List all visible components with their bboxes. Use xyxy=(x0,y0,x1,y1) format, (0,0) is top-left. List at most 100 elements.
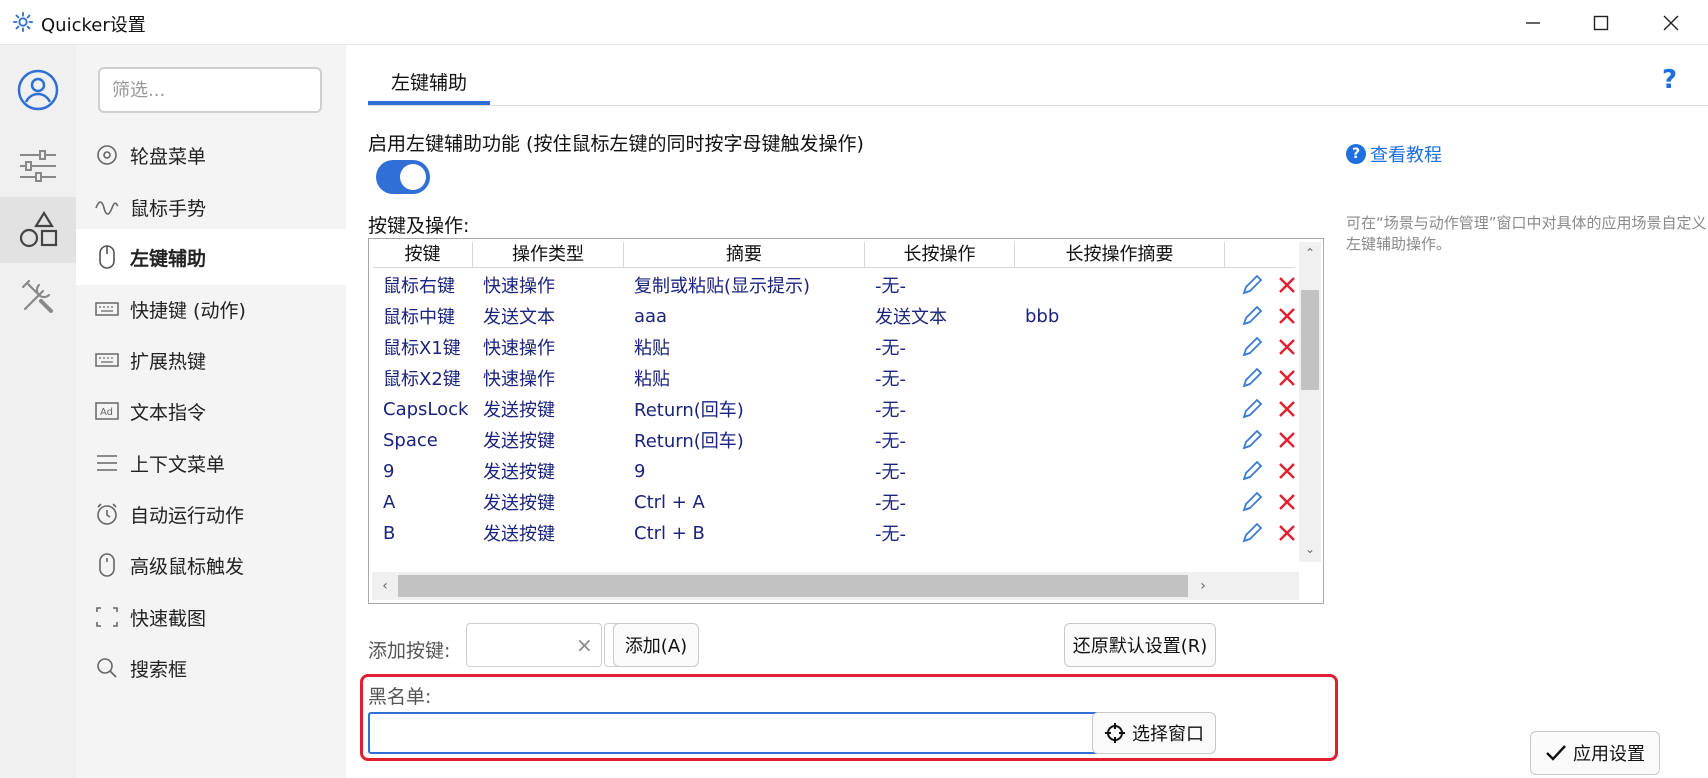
row-actions xyxy=(1233,361,1303,395)
edit-icon[interactable] xyxy=(1241,522,1263,544)
table-row[interactable]: 鼠标右键 快速操作 复制或粘贴(显示提示) -无- xyxy=(373,268,1295,302)
column-header-actions xyxy=(1225,242,1295,268)
minimize-icon xyxy=(1526,21,1540,24)
mouse-icon xyxy=(94,244,120,270)
edit-icon[interactable] xyxy=(1241,460,1263,482)
tools-icon xyxy=(21,279,53,313)
column-header[interactable]: 长按操作摘要 xyxy=(1015,242,1225,268)
nav-item-quick-screenshot[interactable]: 快速截图 xyxy=(76,589,346,645)
blacklist-input[interactable] xyxy=(368,712,1120,754)
column-header[interactable]: 摘要 xyxy=(624,242,865,268)
nav-item-advanced-mouse-trigger[interactable]: 高级鼠标触发 xyxy=(76,537,346,593)
scroll-right-icon[interactable]: › xyxy=(1192,575,1214,597)
screenshot-icon xyxy=(94,604,120,630)
delete-icon[interactable] xyxy=(1278,431,1296,449)
nav-item-label: 左键辅助 xyxy=(130,247,207,270)
table-cell: -无- xyxy=(875,400,906,421)
select-window-button[interactable]: 选择窗口 xyxy=(1092,712,1216,754)
delete-icon[interactable] xyxy=(1278,369,1296,387)
nav-item-search-box[interactable]: 搜索框 xyxy=(76,640,346,696)
rail-account[interactable] xyxy=(0,57,76,123)
add-button[interactable]: 添加(A) xyxy=(613,623,699,667)
apply-settings-button[interactable]: 应用设置 xyxy=(1530,731,1660,775)
table-row[interactable]: 鼠标中键 发送文本 aaa 发送文本 bbb xyxy=(373,299,1295,333)
nav-item-label: 鼠标手势 xyxy=(130,197,207,220)
table-row[interactable]: B 发送按键 Ctrl + B -无- xyxy=(373,516,1295,550)
clear-icon[interactable]: × xyxy=(576,633,593,657)
table-cell: 复制或粘贴(显示提示) xyxy=(634,276,811,297)
wheel-icon xyxy=(94,142,120,168)
column-header[interactable]: 按键 xyxy=(373,242,473,268)
table-row[interactable]: 9 发送按键 9 -无- xyxy=(373,454,1295,488)
row-actions xyxy=(1233,299,1303,333)
sliders-icon xyxy=(20,150,56,182)
table-cell: -无- xyxy=(875,493,906,514)
restore-default-button[interactable]: 还原默认设置(R) xyxy=(1064,623,1216,667)
delete-icon[interactable] xyxy=(1278,462,1296,480)
delete-icon[interactable] xyxy=(1278,307,1296,325)
table-cell: -无- xyxy=(875,369,906,390)
table-row[interactable]: 鼠标X1键 快速操作 粘贴 -无- xyxy=(373,330,1295,364)
table-cell: A xyxy=(383,491,396,513)
enable-toggle[interactable] xyxy=(376,160,430,194)
delete-icon[interactable] xyxy=(1278,493,1296,511)
table-row[interactable]: Space 发送按键 Return(回车) -无- xyxy=(373,423,1295,457)
key-action-table[interactable]: 按键 操作类型 摘要 长按操作 长按操作摘要 鼠标右键 快速操作 复制或粘贴(显示提… xyxy=(368,238,1324,604)
table-row[interactable]: A 发送按键 Ctrl + A -无- xyxy=(373,485,1295,519)
table-row[interactable]: CapsLock 发送按键 Return(回车) -无- xyxy=(373,392,1295,426)
tutorial-link[interactable]: ? 查看教程 xyxy=(1346,141,1442,167)
rail-features[interactable] xyxy=(0,197,76,263)
column-header[interactable]: 长按操作 xyxy=(865,242,1015,268)
shapes-icon xyxy=(19,211,58,248)
close-icon xyxy=(1663,15,1679,30)
table-cell: Ctrl + B xyxy=(634,522,705,544)
scroll-down-icon[interactable]: ⌄ xyxy=(1299,538,1321,560)
nav-item-left-button-assist[interactable]: 左键辅助 xyxy=(76,229,346,285)
edit-icon[interactable] xyxy=(1241,305,1263,327)
minimize-button[interactable] xyxy=(1498,0,1568,45)
close-button[interactable] xyxy=(1636,0,1706,45)
search-icon xyxy=(94,655,120,681)
nav-item-extended-hotkey[interactable]: 扩展热键 xyxy=(76,332,346,388)
delete-icon[interactable] xyxy=(1278,338,1296,356)
delete-icon[interactable] xyxy=(1278,400,1296,418)
vertical-scrollbar[interactable]: ⌃ ⌄ xyxy=(1299,242,1321,562)
wave-icon xyxy=(94,194,120,220)
edit-icon[interactable] xyxy=(1241,398,1263,420)
rail-tools[interactable] xyxy=(0,263,76,329)
column-header[interactable]: 操作类型 xyxy=(473,242,624,268)
tab-left-button-assist[interactable]: 左键辅助 xyxy=(368,63,490,101)
edit-icon[interactable] xyxy=(1241,336,1263,358)
table-cell: 发送按键 xyxy=(483,431,555,452)
rail-settings[interactable] xyxy=(0,133,76,199)
keyboard-icon xyxy=(94,296,120,322)
table-cell: 快速操作 xyxy=(483,276,555,297)
table-cell: 发送按键 xyxy=(483,400,555,421)
nav-item-auto-run[interactable]: 自动运行动作 xyxy=(76,486,346,542)
scroll-thumb[interactable] xyxy=(398,575,1188,597)
maximize-button[interactable] xyxy=(1566,0,1636,45)
edit-icon[interactable] xyxy=(1241,429,1263,451)
nav-item-hotkey-action[interactable]: 快捷键 (动作) xyxy=(76,281,346,337)
tab-divider xyxy=(368,105,1708,106)
edit-icon[interactable] xyxy=(1241,274,1263,296)
edit-icon[interactable] xyxy=(1241,491,1263,513)
table-row[interactable]: 鼠标X2键 快速操作 粘贴 -无- xyxy=(373,361,1295,395)
row-actions xyxy=(1233,268,1303,302)
delete-icon[interactable] xyxy=(1278,276,1296,294)
table-cell: -无- xyxy=(875,524,906,545)
scroll-left-icon[interactable]: ‹ xyxy=(374,575,396,597)
edit-icon[interactable] xyxy=(1241,367,1263,389)
table-cell: 快速操作 xyxy=(483,369,555,390)
nav-item-mouse-gesture[interactable]: 鼠标手势 xyxy=(76,179,346,235)
scroll-up-icon[interactable]: ⌃ xyxy=(1299,242,1321,264)
scroll-thumb[interactable] xyxy=(1301,290,1319,390)
delete-icon[interactable] xyxy=(1278,524,1296,542)
nav-item-wheel-menu[interactable]: 轮盘菜单 xyxy=(76,127,346,183)
table-cell: 发送按键 xyxy=(483,462,555,483)
horizontal-scrollbar[interactable]: ‹ › xyxy=(372,572,1299,600)
help-icon[interactable]: ? xyxy=(1662,65,1677,95)
filter-input[interactable] xyxy=(98,67,322,113)
nav-item-context-menu[interactable]: 上下文菜单 xyxy=(76,435,346,491)
nav-item-text-command[interactable]: Ad 文本指令 xyxy=(76,383,346,439)
